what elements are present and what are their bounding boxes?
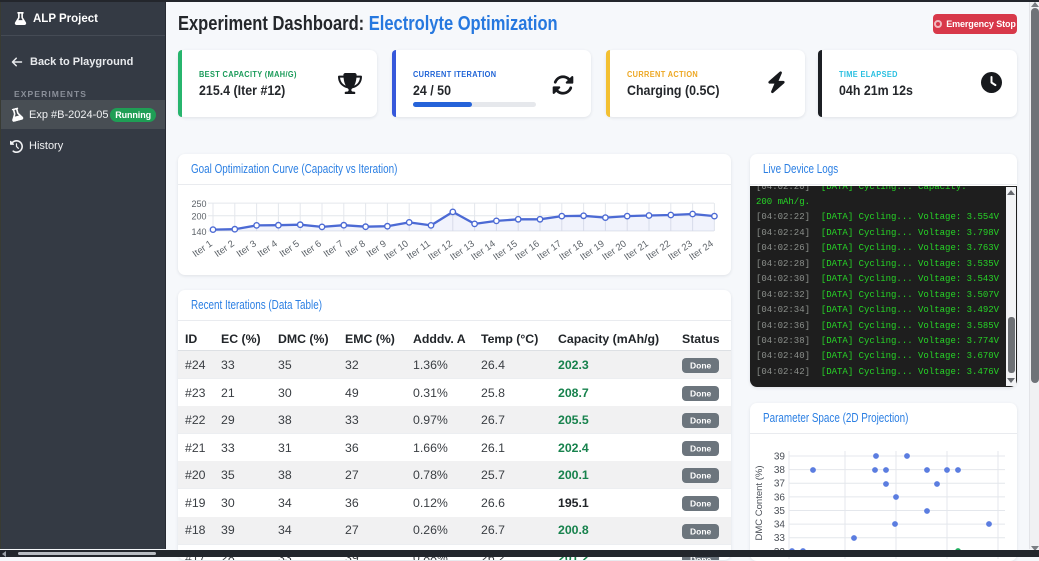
svg-text:Iter 10: Iter 10 <box>382 238 410 262</box>
svg-text:Iter 11: Iter 11 <box>405 238 433 262</box>
svg-text:Iter 22: Iter 22 <box>644 238 672 262</box>
svg-text:Iter 2: Iter 2 <box>213 238 237 259</box>
svg-text:Iter 5: Iter 5 <box>278 238 302 259</box>
svg-text:Iter 1: Iter 1 <box>191 238 215 259</box>
svg-text:DMC Content (%): DMC Content (%) <box>754 466 765 541</box>
svg-text:37: 37 <box>774 479 786 490</box>
svg-text:33: 33 <box>774 533 786 544</box>
svg-text:39: 39 <box>774 452 786 463</box>
svg-text:Iter 14: Iter 14 <box>469 238 497 262</box>
svg-text:Iter 4: Iter 4 <box>256 238 280 259</box>
svg-text:Iter 17: Iter 17 <box>535 238 563 262</box>
svg-text:200: 200 <box>191 212 206 222</box>
svg-text:Iter 12: Iter 12 <box>426 238 454 262</box>
svg-text:Iter 6: Iter 6 <box>300 238 324 259</box>
svg-text:Iter 15: Iter 15 <box>491 238 519 262</box>
svg-text:Iter 19: Iter 19 <box>578 238 606 262</box>
svg-text:140: 140 <box>191 227 206 237</box>
svg-text:Iter 7: Iter 7 <box>322 238 346 259</box>
svg-text:34: 34 <box>774 520 786 531</box>
svg-text:250: 250 <box>191 199 206 209</box>
svg-text:Iter 8: Iter 8 <box>344 238 368 259</box>
svg-text:Iter 3: Iter 3 <box>235 238 259 259</box>
svg-text:Iter 21: Iter 21 <box>622 238 650 262</box>
svg-text:Iter 20: Iter 20 <box>600 238 628 262</box>
svg-text:35: 35 <box>774 506 786 517</box>
svg-text:Iter 16: Iter 16 <box>513 238 541 262</box>
svg-text:Iter 24: Iter 24 <box>687 238 715 262</box>
svg-text:36: 36 <box>774 492 786 503</box>
svg-text:38: 38 <box>774 465 786 476</box>
